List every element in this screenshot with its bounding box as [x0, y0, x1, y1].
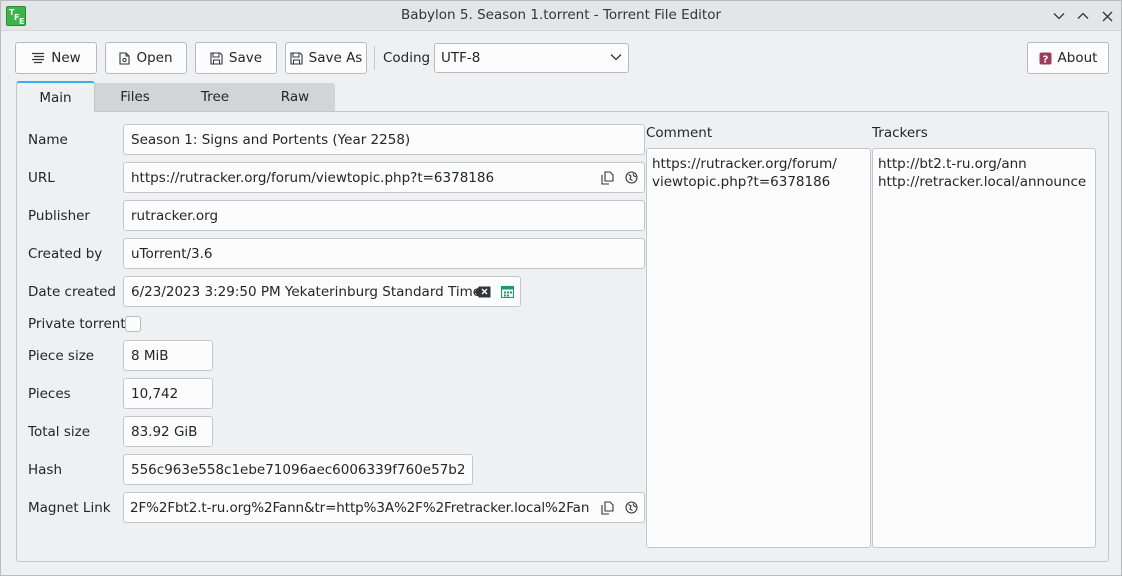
tab-main-label: Main: [39, 89, 72, 106]
svg-text:?: ?: [1042, 54, 1048, 65]
piece-size-field-value: 8 MiB: [131, 348, 169, 364]
total-size-field[interactable]: 83.92 GiB: [123, 416, 213, 447]
save-as-button-label: Save As: [308, 50, 363, 66]
about-button-label: About: [1057, 50, 1098, 66]
url-field-value: https://rutracker.org/forum/viewtopic.ph…: [131, 170, 495, 186]
save-as-icon: [290, 51, 303, 65]
name-field[interactable]: Season 1: Signs and Portents (Year 2258): [123, 124, 645, 155]
private-torrent-label: Private torrent: [28, 316, 126, 332]
private-torrent-checkbox[interactable]: [125, 316, 141, 332]
tab-tree-label: Tree: [200, 89, 230, 105]
coding-select[interactable]: UTF-8: [434, 43, 629, 73]
save-button-label: Save: [228, 50, 263, 66]
comment-textarea[interactable]: https://rutracker.org/forum/ viewtopic.p…: [646, 148, 871, 548]
created-by-label: Created by: [28, 246, 103, 262]
hash-field-value: 556c963e558c1ebe71096aec6006339f760e57b2: [131, 462, 466, 478]
name-label: Name: [28, 132, 68, 148]
tab-files-label: Files: [120, 89, 150, 105]
tracker-line: http://retracker.local/announce: [878, 174, 1087, 190]
date-created-label: Date created: [28, 284, 116, 300]
comment-line: https://rutracker.org/forum/: [652, 156, 837, 172]
copy-icon[interactable]: [601, 501, 614, 515]
copy-icon[interactable]: [601, 171, 614, 185]
publisher-field-value: rutracker.org: [131, 208, 219, 224]
url-label: URL: [28, 170, 55, 186]
url-field[interactable]: https://rutracker.org/forum/viewtopic.ph…: [123, 162, 645, 193]
chevron-down-icon: [610, 54, 622, 61]
new-button[interactable]: New: [15, 42, 97, 74]
tab-main[interactable]: Main: [16, 81, 95, 112]
chevron-down-icon: [1053, 13, 1065, 20]
comment-line: viewtopic.php?t=6378186: [652, 174, 831, 190]
save-as-button[interactable]: Save As: [285, 42, 367, 74]
date-created-field-value: 6/23/2023 3:29:50 PM Yekaterinburg Stand…: [131, 284, 482, 300]
chevron-up-icon: [1077, 12, 1089, 19]
tracker-line: http://bt2.t-ru.org/ann: [878, 156, 1027, 172]
coding-select-value: UTF-8: [441, 50, 481, 66]
total-size-field-value: 83.92 GiB: [131, 424, 198, 440]
new-document-icon: [32, 52, 45, 64]
pieces-field-value: 10,742: [131, 386, 179, 402]
window-title: Babylon 5. Season 1.torrent - Torrent Fi…: [400, 7, 722, 23]
pieces-field[interactable]: 10,742: [123, 378, 213, 409]
save-button[interactable]: Save: [195, 42, 277, 74]
minimize-button[interactable]: [1049, 6, 1069, 26]
save-icon: [210, 51, 223, 65]
close-button[interactable]: [1097, 6, 1117, 26]
publisher-label: Publisher: [28, 208, 90, 224]
publisher-field[interactable]: rutracker.org: [123, 200, 645, 231]
close-icon: [1102, 11, 1112, 21]
tab-files[interactable]: Files: [95, 83, 175, 111]
new-button-label: New: [51, 50, 81, 66]
toolbar-separator: [374, 46, 375, 70]
total-size-label: Total size: [28, 424, 90, 440]
coding-label: Coding: [383, 50, 431, 66]
hash-label: Hash: [28, 462, 63, 478]
magnet-link-field[interactable]: 2F%2Fbt2.t-ru.org%2Fann&tr=http%3A%2F%2F…: [123, 492, 645, 523]
clear-icon[interactable]: [474, 286, 491, 298]
hash-field[interactable]: 556c963e558c1ebe71096aec6006339f760e57b2: [123, 454, 473, 485]
piece-size-label: Piece size: [28, 348, 95, 364]
tab-raw[interactable]: Raw: [255, 83, 335, 111]
open-button-label: Open: [136, 50, 173, 66]
comment-label: Comment: [646, 125, 713, 141]
open-button[interactable]: Open: [105, 42, 187, 74]
date-created-field[interactable]: 6/23/2023 3:29:50 PM Yekaterinburg Stand…: [123, 276, 521, 307]
maximize-button[interactable]: [1073, 6, 1093, 26]
app-window: T F E Babylon 5. Season 1.torrent - Torr…: [0, 0, 1122, 576]
trackers-label: Trackers: [872, 125, 928, 141]
tab-raw-label: Raw: [280, 89, 310, 105]
piece-size-field[interactable]: 8 MiB: [123, 340, 213, 371]
help-icon: ?: [1039, 52, 1052, 65]
created-by-field[interactable]: uTorrent/3.6: [123, 238, 645, 269]
tab-tree[interactable]: Tree: [175, 83, 255, 111]
pieces-label: Pieces: [28, 386, 71, 402]
created-by-field-value: uTorrent/3.6: [131, 246, 213, 262]
globe-icon[interactable]: [625, 501, 638, 514]
name-field-value: Season 1: Signs and Portents (Year 2258): [131, 132, 411, 148]
magnet-link-label: Magnet Link: [28, 500, 111, 516]
title-bar: T F E Babylon 5. Season 1.torrent - Torr…: [1, 1, 1121, 31]
magnet-link-field-value: 2F%2Fbt2.t-ru.org%2Fann&tr=http%3A%2F%2F…: [130, 500, 590, 516]
calendar-icon[interactable]: [501, 285, 514, 298]
globe-icon[interactable]: [625, 171, 638, 184]
trackers-textarea[interactable]: http://bt2.t-ru.org/ann http://retracker…: [872, 148, 1096, 548]
open-file-icon: [119, 51, 131, 65]
about-button[interactable]: ? About: [1027, 42, 1109, 74]
